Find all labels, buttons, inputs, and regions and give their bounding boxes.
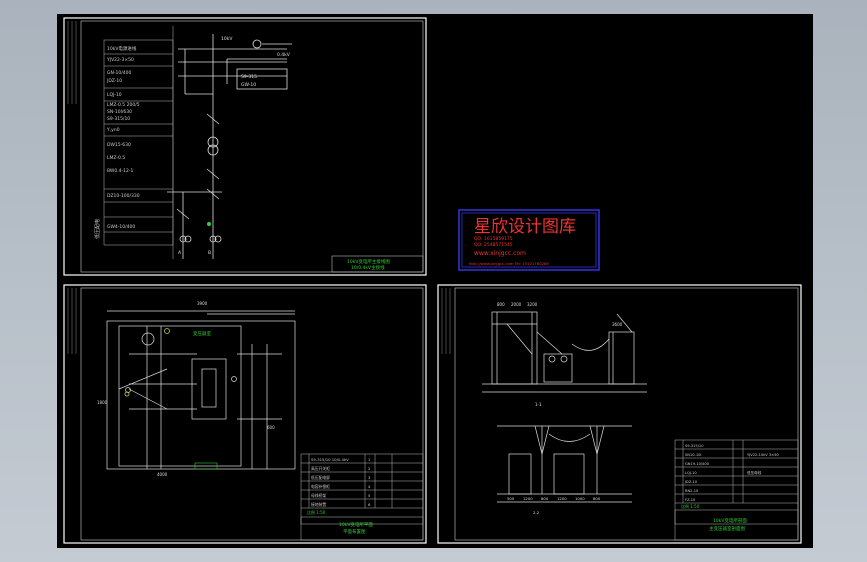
table-num: 3: [368, 475, 371, 480]
table-row-text: S9-315/10: [107, 116, 130, 122]
table-row-text: 接地装置: [311, 502, 326, 507]
table-row-text: JDZ-10: [684, 480, 698, 484]
section-label: 1-1: [535, 402, 542, 407]
table-row-text: BW0.4-12-1: [107, 168, 134, 174]
table-row-text: Y,yn0: [106, 127, 120, 133]
table-row-text: YJV22-10kV 3×50: [747, 453, 779, 457]
room-label: 变压器室: [193, 330, 211, 337]
dimension: 1200: [557, 496, 567, 501]
watermark-title: 星欣设计图库: [474, 217, 576, 237]
title-block-text: 10kV变电所主接线图: [347, 258, 390, 265]
dimension: 800: [497, 302, 505, 307]
table-row-text: DZ10-100/330: [107, 193, 140, 199]
table-row-text: JDZ-10: [106, 78, 122, 84]
table-num: 5: [368, 493, 371, 498]
dimension: 500: [507, 496, 515, 501]
table-row-text: SN10-10I: [685, 453, 701, 457]
title-block-text: 平面布置图: [343, 528, 366, 535]
table-row-text: 低压配电屏: [311, 475, 330, 480]
title-block-text: 10kV变电所剖面: [713, 517, 747, 524]
table-row-text: LQJ-10: [107, 92, 122, 98]
table-row-text: LMZ-0.5 200/5: [107, 102, 140, 108]
dimension: 800: [541, 496, 549, 501]
table-row-text: GN19-10/400: [685, 462, 710, 466]
table-num: 2: [368, 466, 371, 471]
watermark-site: www.xinjgcc.com: [474, 250, 526, 257]
table-row-text: LMZ-0.5: [107, 155, 125, 161]
table-row-text: GW4-10/400: [107, 224, 135, 230]
diagram-annotation: S9-315: [241, 74, 257, 80]
diagram-annotation: GW-10: [241, 82, 256, 88]
cad-drawing-canvas[interactable]: 10kV电源进线 YJV22-3×50 GN-10/400 JDZ-10 LQJ…: [57, 14, 813, 548]
title-block-text: 10/0.4kV主接线: [351, 264, 385, 271]
dimension: 600: [267, 425, 275, 430]
table-row-text: FZ-10: [685, 498, 696, 502]
dimension: 1000: [575, 496, 585, 501]
watermark-box: 星欣设计图库 QQ: 1615859175 QQ: 2548571545 www…: [458, 209, 600, 271]
table-num: 1: [368, 457, 371, 462]
table-row-text: S9-315/10 10/0.4kV: [311, 457, 349, 462]
table-row-text: GN-10/400: [107, 70, 131, 76]
title-block-text: 10kV变电所平面: [339, 521, 373, 528]
dimension: 4000: [157, 472, 168, 477]
scale-text: 比例 1:50: [681, 503, 700, 509]
table-row-text: 电容补偿柜: [311, 484, 330, 489]
single-line-diagram: [167, 34, 292, 259]
table-row-text: YJV22-3×50: [106, 57, 134, 63]
sheet-floor-plan: 变压器室 3900 1800 600 4000 S9-315/10 10/0.4…: [63, 284, 427, 544]
table-row-text: RN2-10: [685, 489, 699, 493]
table-num: 6: [368, 502, 371, 507]
sheet-main-wiring: 10kV电源进线 YJV22-3×50 GN-10/400 JDZ-10 LQJ…: [63, 17, 427, 276]
table-row-text: SN-10I/630: [107, 109, 132, 115]
table-row-text: 低压母线: [747, 470, 762, 475]
watermark-qq1: QQ: 1615859175: [474, 236, 513, 242]
dimension: 2000: [511, 302, 522, 307]
sheet-sections: 800 2000 3200 3600 1-1 500 1200 800 1200…: [437, 284, 802, 544]
dimension: 3600: [612, 322, 623, 327]
diagram-annotation: 0.4kV: [277, 52, 291, 58]
table-row-text: S9-315/10: [685, 444, 704, 448]
diagram-annotation: A: [178, 250, 182, 256]
watermark-qq2: QQ: 2548571545: [474, 242, 513, 248]
dimension: 800: [593, 496, 601, 501]
drawing-svg: 10kV电源进线 YJV22-3×50 GN-10/400 JDZ-10 LQJ…: [63, 17, 802, 544]
diagram-annotation: 10kV: [221, 36, 233, 42]
section-2-2: [497, 425, 632, 503]
table-num: 4: [368, 484, 371, 489]
table-row-text: 10kV电源进线: [107, 45, 137, 52]
scale-text: 比例 1:50: [307, 509, 326, 515]
table-row-text: DW15-630: [107, 142, 131, 148]
table-row-text: LQJ-10: [685, 471, 697, 475]
dimension: 1800: [97, 400, 108, 405]
title-block-text: 主变压器室剖面图: [709, 525, 745, 532]
section-label: 2-2: [533, 510, 540, 515]
section-1-1: [482, 311, 647, 393]
table-row-text: 母线桥架: [311, 493, 326, 498]
watermark-footer: http://www.xinjgcc.com Tel: 13101760289: [469, 261, 549, 266]
diagram-annotation: B: [208, 250, 211, 256]
section-label: 低压配电: [94, 219, 101, 239]
dimension: 3900: [197, 301, 208, 306]
table-row-text: 高压开关柜: [311, 466, 330, 471]
dimension: 3200: [527, 302, 538, 307]
dimension: 1200: [523, 496, 533, 501]
